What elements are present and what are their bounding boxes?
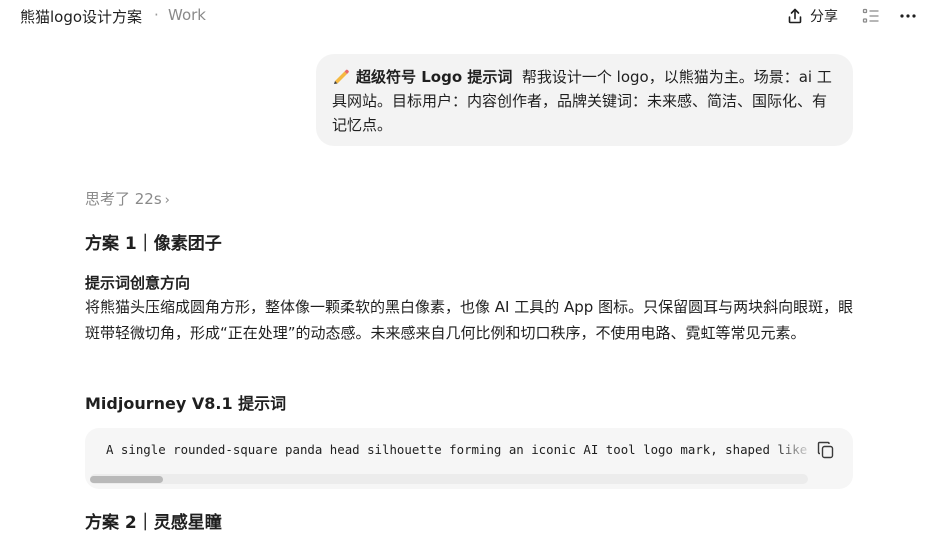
title-separator: · (154, 6, 159, 24)
code-fade-overlay (775, 438, 815, 462)
copy-button[interactable] (816, 440, 836, 460)
thought-toggle[interactable]: 思考了 22s › (85, 188, 170, 209)
plan1-prompt-heading: Midjourney V8.1 提示词 (85, 394, 287, 413)
more-horizontal-icon (898, 11, 918, 30)
list-outline-icon (862, 8, 880, 28)
conversation-title[interactable]: 熊猫logo设计方案 (20, 6, 142, 27)
share-label: 分享 (810, 9, 838, 25)
share-button[interactable]: 分享 (786, 4, 838, 28)
more-options-button[interactable] (898, 6, 918, 26)
thought-label: 思考了 22s (85, 190, 162, 208)
plan1-description: 将熊猫头压缩成圆角方形，整体像一颗柔软的黑白像素，也像 AI 工具的 App 图… (85, 298, 854, 342)
code-text[interactable]: A single rounded-square panda head silho… (106, 442, 812, 457)
chevron-right-icon: › (164, 193, 170, 208)
prompt-tag: 超级符号 Logo 提示词 (356, 68, 513, 86)
copy-icon (816, 441, 836, 464)
plan1-title: 方案 1｜像素团子 (85, 234, 222, 254)
top-bar: 熊猫logo设计方案 · Work 分享 (0, 0, 925, 34)
user-message-bubble: 超级符号 Logo 提示词 帮我设计一个 logo，以熊猫为主。场景：ai 工具… (316, 54, 853, 146)
plan1-section-label: 提示词创意方向 (85, 274, 191, 292)
plan2-title: 方案 2｜灵感星瞳 (85, 513, 222, 533)
project-name[interactable]: Work (168, 6, 206, 24)
pencil-icon (332, 67, 350, 84)
code-block: A single rounded-square panda head silho… (85, 428, 853, 489)
scrollbar-thumb[interactable] (90, 476, 163, 483)
share-upload-icon (786, 7, 804, 25)
outline-button[interactable] (862, 8, 880, 24)
horizontal-scrollbar[interactable] (90, 474, 808, 484)
